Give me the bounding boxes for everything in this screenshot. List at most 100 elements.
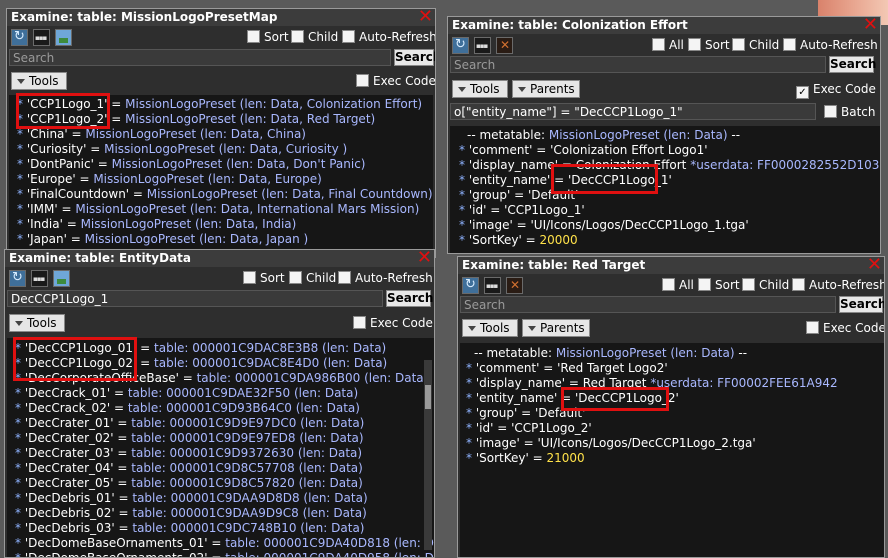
- row-value-link[interactable]: table: 000001C9DA40D958 (len: Data): [225, 551, 434, 557]
- terminal-icon[interactable]: [484, 277, 501, 294]
- tools-dropdown[interactable]: Tools: [11, 72, 67, 90]
- row-value-link[interactable]: MissionLogoPreset (len: Data, Colonizati…: [125, 97, 422, 111]
- row-value-link[interactable]: MissionLogoPreset (len: Data, India): [81, 217, 297, 231]
- scrollbar-thumb[interactable]: [425, 385, 431, 409]
- table-row: * 'DecCrater_01' = table: 000001C9D9E97D…: [15, 416, 434, 431]
- sortkey-value: 21000: [546, 451, 585, 465]
- row-value-link[interactable]: table: 000001C9D9E97ED8 (len: Data): [131, 431, 363, 445]
- row-value-link[interactable]: MissionLogoPreset (len: Data, Internatio…: [75, 202, 419, 216]
- window-title: Examine: table: Red Target: [462, 258, 646, 272]
- child-checkbox[interactable]: Child: [289, 271, 336, 285]
- search-button[interactable]: Search: [394, 49, 435, 66]
- window-titlebar[interactable]: Examine: table: Red Target ✕: [458, 257, 884, 275]
- auto-refresh-checkbox[interactable]: Auto-Refresh: [783, 38, 878, 52]
- window-titlebar[interactable]: Examine: table: Colonization Effort ✕: [448, 17, 880, 35]
- row-value-link[interactable]: table: 000001C9DC748B10 (len: Data): [132, 521, 364, 535]
- row-value-link[interactable]: table: 000001C9D8C57708 (len: Data): [131, 461, 363, 475]
- search-input[interactable]: [450, 56, 826, 73]
- row-star: *: [15, 401, 21, 415]
- tools-dropdown[interactable]: Tools: [462, 319, 518, 337]
- exec-code-checkbox[interactable]: Exec Code: [356, 74, 435, 88]
- tools-icon[interactable]: [506, 277, 523, 294]
- row-value-link[interactable]: table: 000001C9DAC8E4D0 (len: Data): [154, 356, 387, 370]
- close-icon[interactable]: ✕: [867, 257, 882, 275]
- table-row: * 'DecCorporateOfficeBase' = table: 0000…: [15, 371, 434, 386]
- search-input[interactable]: [460, 296, 836, 313]
- exec-code-checkbox[interactable]: Exec Code: [806, 321, 884, 335]
- table-row: * 'DecCrack_01' = table: 000001C9DAE32F5…: [15, 386, 434, 401]
- tools-dropdown[interactable]: Tools: [9, 314, 65, 332]
- row-value-link[interactable]: MissionLogoPreset (len: Data, China): [85, 127, 306, 141]
- close-icon[interactable]: ✕: [418, 9, 433, 27]
- terminal-icon[interactable]: [474, 37, 491, 54]
- row-equals: =: [510, 188, 528, 202]
- child-checkbox[interactable]: Child: [732, 38, 779, 52]
- parents-dropdown[interactable]: Parents: [522, 319, 590, 337]
- table-row: * 'DecDomeBaseOrnaments_01' = table: 000…: [15, 536, 434, 551]
- row-key: 'DecDebris_01': [24, 491, 115, 505]
- row-value-link[interactable]: table: 000001C9DA986B00 (len: Data): [197, 371, 429, 385]
- row-star: *: [459, 188, 465, 202]
- row-value-link[interactable]: table: 000001C9D8C57820 (len: Data): [131, 476, 363, 490]
- metatable-link[interactable]: MissionLogoPreset (len: Data): [556, 346, 735, 360]
- image-icon[interactable]: [53, 270, 70, 287]
- window-titlebar[interactable]: Examine: table: MissionLogoPresetMap ✕: [7, 9, 435, 27]
- row-value-link[interactable]: MissionLogoPreset (len: Data, Japan ): [85, 232, 309, 246]
- row-equals: =: [517, 406, 535, 420]
- row-key: 'DontPanic': [26, 157, 94, 171]
- row-value-link[interactable]: table: 000001C9DA40D818 (len: Data): [225, 536, 434, 550]
- row-equals: =: [113, 431, 132, 445]
- window-titlebar[interactable]: Examine: table: EntityData ✕: [5, 250, 434, 268]
- row-userdata-link[interactable]: *userdata: FF0000282552D103: [690, 158, 879, 172]
- row-key: 'comment': [468, 143, 533, 157]
- table-row: * 'group' = 'Default': [459, 188, 880, 203]
- row-value-link[interactable]: table: 000001C9DAC8E3B8 (len: Data): [154, 341, 386, 355]
- auto-refresh-checkbox[interactable]: Auto-Refresh: [342, 30, 435, 44]
- row-value-link[interactable]: table: 000001C9D9372630 (len: Data): [131, 446, 362, 460]
- row-value-link[interactable]: MissionLogoPreset (len: Data, Don't Pani…: [112, 157, 366, 171]
- sort-checkbox[interactable]: Sort: [688, 38, 730, 52]
- all-checkbox[interactable]: All: [652, 38, 684, 52]
- row-userdata-link[interactable]: *userdata: FF00002FEE61A942: [650, 376, 837, 390]
- search-input[interactable]: [7, 290, 383, 307]
- auto-refresh-checkbox[interactable]: Auto-Refresh: [792, 278, 884, 292]
- refresh-icon[interactable]: [9, 270, 26, 287]
- search-input[interactable]: [9, 49, 391, 66]
- refresh-icon[interactable]: [462, 277, 479, 294]
- row-value-link[interactable]: MissionLogoPreset (len: Data, Final Coun…: [147, 187, 433, 201]
- parents-dropdown[interactable]: Parents: [512, 80, 580, 98]
- close-icon[interactable]: ✕: [417, 250, 432, 268]
- row-value-link[interactable]: table: 000001C9D93B64C0 (len: Data): [128, 401, 360, 415]
- search-button[interactable]: Search: [829, 56, 876, 73]
- row-value-link[interactable]: MissionLogoPreset (len: Data, Red Target…: [125, 112, 375, 126]
- search-button[interactable]: Search: [386, 290, 433, 307]
- row-value-link[interactable]: table: 000001C9DAA9D8D8 (len: Data): [132, 491, 367, 505]
- image-icon[interactable]: [55, 29, 72, 46]
- row-value-link[interactable]: table: 000001C9DAE32F50 (len: Data): [128, 386, 358, 400]
- batch-checkbox[interactable]: Batch: [824, 105, 876, 119]
- metatable-link[interactable]: MissionLogoPreset (len: Data): [549, 128, 728, 142]
- all-checkbox[interactable]: All: [662, 278, 694, 292]
- close-icon[interactable]: ✕: [863, 17, 878, 35]
- vertical-scrollbar[interactable]: [424, 360, 432, 550]
- search-button[interactable]: Search: [839, 296, 884, 313]
- exec-code-checkbox[interactable]: ✓ Exec Code: [796, 82, 876, 99]
- row-value-link[interactable]: table: 000001C9DAA9D9C8 (len: Data): [132, 506, 366, 520]
- terminal-icon[interactable]: [33, 29, 50, 46]
- row-value-link[interactable]: table: 000001C9D9E97DC0 (len: Data): [131, 416, 364, 430]
- terminal-icon[interactable]: [31, 270, 48, 287]
- auto-refresh-checkbox[interactable]: Auto-Refresh: [338, 271, 433, 285]
- exec-code-input[interactable]: [450, 103, 816, 120]
- sort-checkbox[interactable]: Sort: [698, 278, 740, 292]
- refresh-icon[interactable]: [11, 29, 28, 46]
- tools-dropdown[interactable]: Tools: [452, 80, 508, 98]
- sort-checkbox[interactable]: Sort: [243, 271, 285, 285]
- row-value-link[interactable]: MissionLogoPreset (len: Data, Curiosity …: [104, 142, 347, 156]
- exec-code-checkbox[interactable]: Exec Code: [353, 316, 433, 330]
- sort-checkbox[interactable]: Sort: [247, 30, 289, 44]
- refresh-icon[interactable]: [452, 37, 469, 54]
- row-value-link[interactable]: MissionLogoPreset (len: Data, Europe): [93, 172, 322, 186]
- tools-icon[interactable]: [496, 37, 513, 54]
- child-checkbox[interactable]: Child: [291, 30, 338, 44]
- child-checkbox[interactable]: Child: [742, 278, 789, 292]
